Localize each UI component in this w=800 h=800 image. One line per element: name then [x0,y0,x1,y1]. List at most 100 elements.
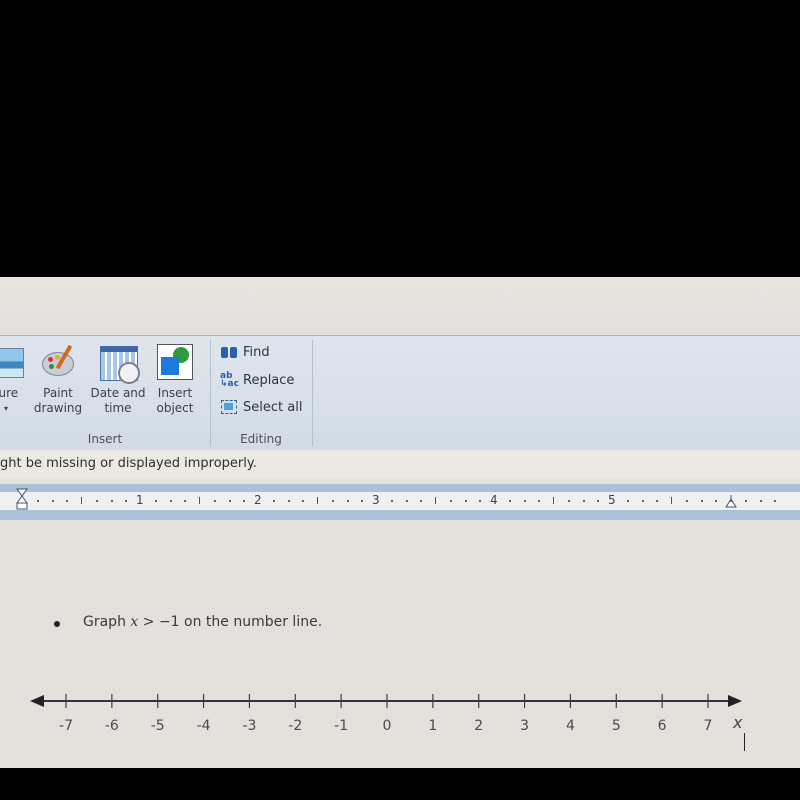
number-line[interactable]: -7 -6 -5 -4 -3 -2 -1 0 1 2 3 4 5 6 7 x [0,520,800,768]
ruler-dot [169,500,172,502]
tick-label: 5 [612,718,621,734]
ruler-track[interactable]: 1 2 3 4 5 [0,488,800,510]
date-and-time-label-2: time [104,401,132,415]
indent-marker-icon [16,488,28,510]
ruler-dot [685,500,688,502]
ruler-dot [405,500,408,502]
info-bar: ght be missing or displayed improperly. [0,450,800,478]
find-label: Find [243,344,270,360]
insert-object-button[interactable]: Insert object [150,344,200,416]
ruler-dot [390,500,393,502]
ruler-dot [346,500,349,502]
ruler-number: 3 [372,493,380,507]
ribbon: ture ▾ Paint drawing Date a [0,335,800,451]
paint-drawing-button[interactable]: Paint drawing [30,344,86,416]
ruler-dot [154,500,157,502]
ruler-dot [774,500,777,502]
ruler-dot [626,500,629,502]
tick-label: -6 [105,718,119,734]
tick-label: -4 [197,718,211,734]
ruler-dot [110,500,113,502]
ruler-number: 5 [608,493,616,507]
ruler-dot [715,500,718,502]
tick-label: 7 [704,718,713,734]
tick-label: -7 [59,718,73,734]
replace-label: Replace [243,372,295,388]
ribbon-group-insert: ture ▾ Paint drawing Date a [0,336,210,450]
ruler-dot [287,500,290,502]
ruler-dot [66,500,69,502]
ruler-dot [228,500,231,502]
ruler-dot [184,500,187,502]
info-bar-message: ght be missing or displayed improperly. [0,456,257,471]
tick-label: 1 [428,718,437,734]
ruler-dot [759,500,762,502]
ruler-half-tick [81,497,82,504]
ribbon-group-editing: Find ab ↳ac Replace Select all Editing [210,336,312,450]
ruler-dot [730,500,732,502]
select-all-icon [220,399,238,415]
ruler-dot [95,500,98,502]
ruler-dot [125,500,128,502]
ruler-half-tick [553,497,554,504]
tick-label: 3 [520,718,529,734]
text-cursor [744,733,745,751]
ruler: 1 2 3 4 5 [0,484,800,520]
select-all-button[interactable]: Select all [220,399,302,415]
ruler-half-tick [199,497,200,504]
paint-palette-icon [40,344,76,380]
date-and-time-button[interactable]: Date and time [88,344,148,416]
calendar-clock-icon [100,344,140,384]
ruler-dot [331,500,334,502]
picture-dropdown-arrow[interactable]: ▾ [0,401,26,416]
tick-label: 2 [474,718,483,734]
ruler-dot [744,500,747,502]
tick-label: -5 [151,718,165,734]
ruler-dot [243,500,246,502]
ruler-dot [597,500,600,502]
paint-drawing-label-1: Paint [43,386,73,400]
ruler-dot [36,500,39,502]
ruler-number: 2 [254,493,262,507]
ruler-dot [641,500,644,502]
ruler-number: 4 [490,493,498,507]
app-window: ture ▾ Paint drawing Date a [0,277,800,768]
ruler-dot [272,500,275,502]
editing-group-label: Editing [240,432,282,446]
tick-label: -3 [242,718,256,734]
ribbon-tab-row [0,277,800,335]
replace-icon: ab ↳ac [220,371,239,389]
insert-object-icon [157,344,193,380]
insert-object-label-1: Insert [157,386,193,400]
replace-button[interactable]: ab ↳ac Replace [220,371,295,389]
date-and-time-label-1: Date and [90,386,146,400]
ruler-dot [567,500,570,502]
ruler-dot [479,500,482,502]
right-indent-icon [725,495,737,508]
first-line-indent-marker[interactable] [16,488,28,510]
ruler-dot [508,500,511,502]
tick-label: -1 [334,718,348,734]
find-button[interactable]: Find [220,344,270,360]
tick-label: -2 [288,718,302,734]
ruler-dot [361,500,364,502]
tick-label: 6 [658,718,667,734]
ruler-dot [700,500,703,502]
tick-label: 4 [566,718,575,734]
picture-label: ture [0,386,19,400]
ruler-dot [51,500,54,502]
ruler-number: 1 [136,493,144,507]
ruler-dot [302,500,305,502]
group-separator [312,340,313,446]
picture-button[interactable]: ture ▾ [0,344,26,416]
ruler-dot [523,500,526,502]
insert-group-label: Insert [87,432,123,446]
ruler-dot [538,500,541,502]
ruler-dot [582,500,585,502]
ruler-half-tick [317,497,318,504]
ruler-dot [464,500,467,502]
paint-drawing-label-2: drawing [33,401,83,415]
axis-label-x: x [732,713,743,732]
document-page[interactable]: Graph x > −1 on the number line. -7 -6 -5-… [0,520,800,768]
ruler-half-tick [671,497,672,504]
